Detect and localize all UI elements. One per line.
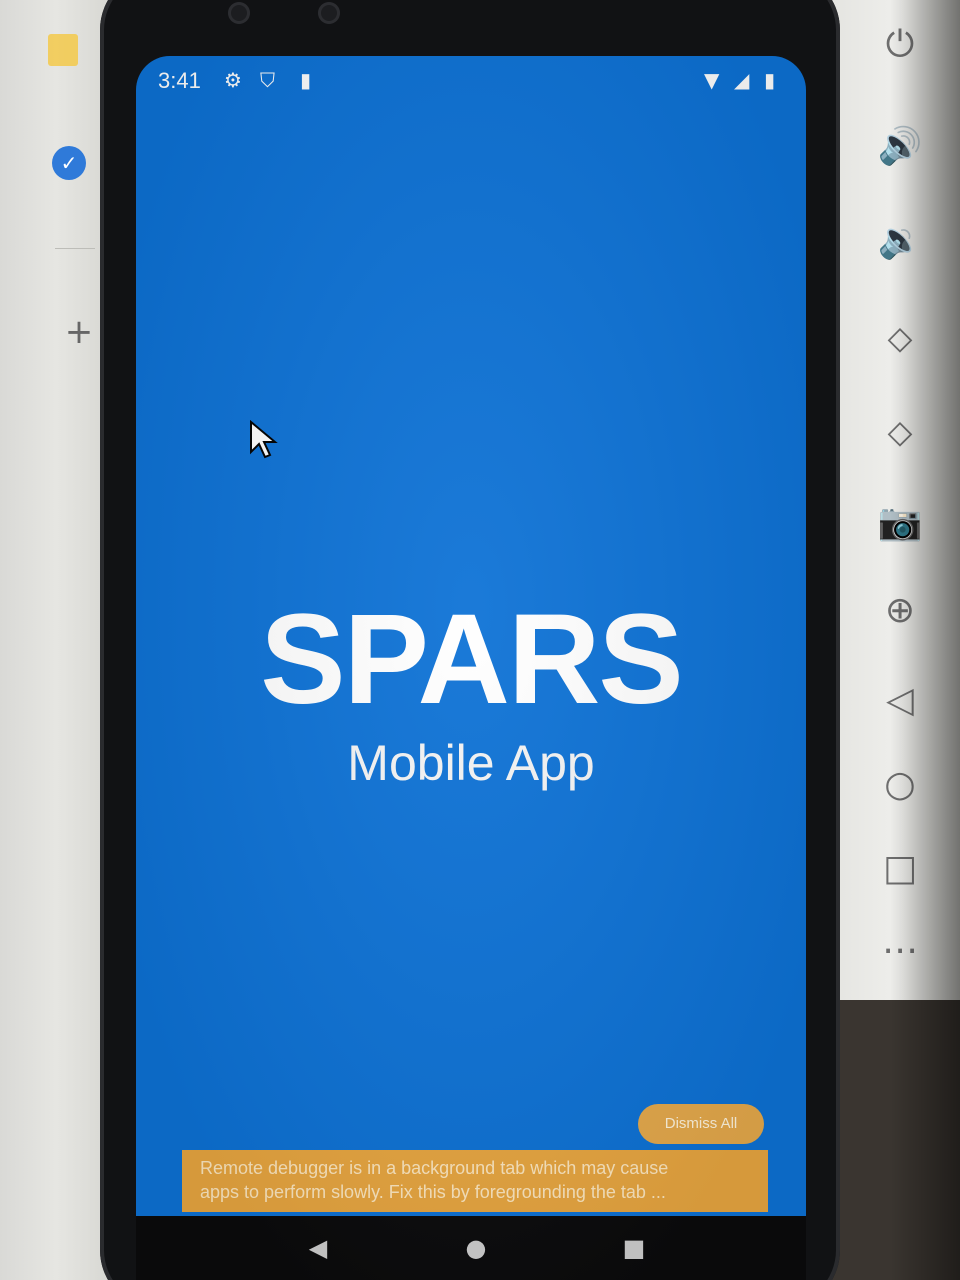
home-icon[interactable]: ○ bbox=[875, 762, 925, 808]
wifi-icon: ▼ bbox=[704, 68, 720, 92]
home-icon[interactable]: ● bbox=[456, 1230, 496, 1266]
warning-line-2: apps to perform slowly. Fix this by fore… bbox=[200, 1182, 666, 1202]
divider bbox=[55, 248, 95, 249]
sensor-icon bbox=[318, 2, 340, 24]
rotate-left-icon[interactable]: ⬦ bbox=[875, 316, 925, 362]
back-icon[interactable]: ◁ bbox=[875, 678, 925, 724]
warning-line-1: Remote debugger is in a background tab w… bbox=[200, 1158, 669, 1178]
navigation-bar: ◀ ● ■ bbox=[136, 1216, 806, 1280]
volume-down-icon[interactable]: 🔉 bbox=[875, 218, 925, 264]
gear-icon: ⚙ bbox=[224, 68, 242, 92]
add-icon[interactable]: + bbox=[64, 312, 94, 352]
battery-icon: ▮ bbox=[764, 68, 776, 92]
sd-card-icon: ▮ bbox=[300, 68, 312, 92]
debugger-warning-banner[interactable]: Remote debugger is in a background tab w… bbox=[182, 1150, 768, 1212]
status-time: 3:41 bbox=[158, 68, 201, 93]
app-title: SPARS bbox=[260, 588, 684, 731]
status-bar: 3:41 ⚙ ⛉ ▮ ▼ ◢ ▮ bbox=[136, 56, 806, 112]
phone-screen[interactable]: 3:41 ⚙ ⛉ ▮ ▼ ◢ ▮ SPARS Mobile App Dismis… bbox=[136, 56, 806, 1280]
overview-icon[interactable]: □ bbox=[875, 846, 925, 892]
camera-icon[interactable]: 📷 bbox=[875, 500, 925, 546]
volume-up-icon[interactable]: 🔊 bbox=[875, 124, 925, 170]
front-camera-icon bbox=[228, 2, 250, 24]
shield-icon: ⛉ bbox=[260, 68, 275, 92]
zoom-icon[interactable]: ⊕ bbox=[875, 588, 925, 634]
back-icon[interactable]: ◀ bbox=[298, 1230, 338, 1266]
dismiss-all-button[interactable]: Dismiss All bbox=[638, 1104, 764, 1144]
mouse-cursor-icon bbox=[250, 420, 278, 459]
check-icon[interactable]: ✓ bbox=[52, 146, 86, 180]
app-subtitle: Mobile App bbox=[347, 735, 595, 791]
more-icon[interactable]: ⋯ bbox=[875, 928, 925, 974]
signal-icon: ◢ bbox=[734, 68, 750, 92]
recents-icon[interactable]: ■ bbox=[614, 1230, 654, 1266]
sticky-note-icon[interactable] bbox=[48, 34, 78, 66]
rotate-right-icon[interactable]: ⬦ bbox=[875, 410, 925, 456]
power-icon[interactable]: ⏻ bbox=[875, 22, 925, 68]
